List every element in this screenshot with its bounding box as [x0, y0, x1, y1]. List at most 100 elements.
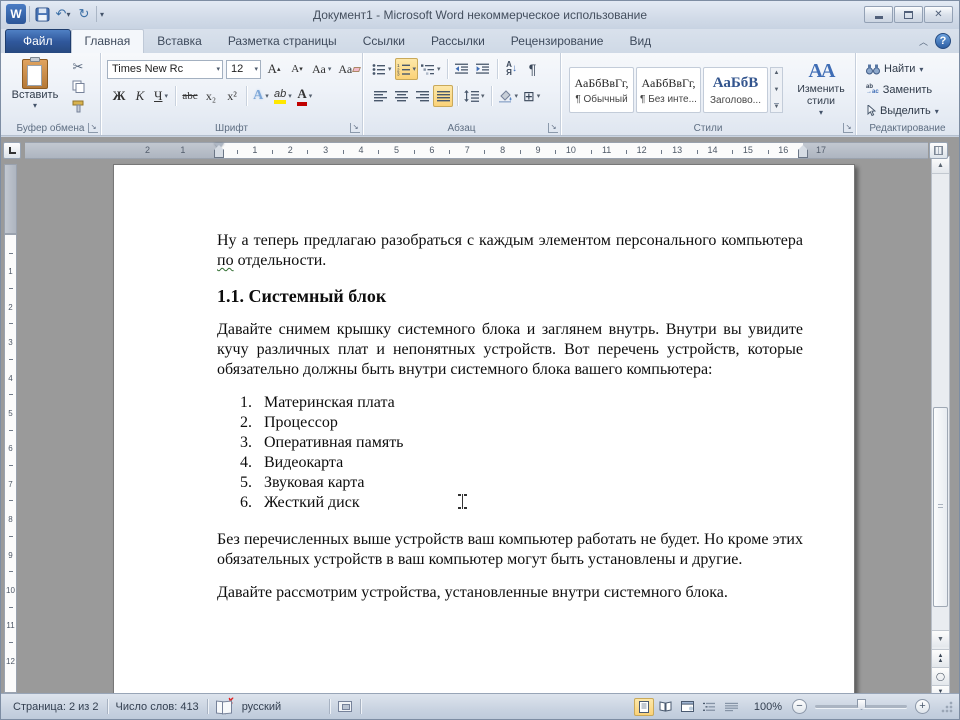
list-item[interactable]: 1. Материнская плата: [217, 393, 803, 413]
font-size-combobox[interactable]: 12 ▾: [226, 59, 261, 79]
draft-view-button[interactable]: [722, 698, 742, 716]
paragraph-dialog-launcher[interactable]: ↘: [548, 123, 558, 133]
zoom-in-button[interactable]: +: [915, 699, 930, 714]
style-card[interactable]: АаБбВ Заголово...: [703, 67, 768, 113]
font-name-combobox[interactable]: Times New Rc ▾: [107, 59, 223, 79]
ribbon-tab[interactable]: Разметка страницы: [215, 30, 350, 53]
document-content[interactable]: Ну а теперь предлагаю разобраться с кажд…: [217, 231, 803, 616]
justify-button[interactable]: [433, 85, 453, 107]
right-indent-marker[interactable]: [798, 145, 808, 158]
align-left-button[interactable]: [370, 85, 390, 107]
italic-button[interactable]: К: [130, 85, 150, 107]
page-indicator[interactable]: Страница: 2 из 2: [5, 694, 107, 719]
list-item[interactable]: 4. Видеокарта: [217, 453, 803, 473]
minimize-ribbon-icon[interactable]: ︿: [919, 35, 928, 48]
list-item[interactable]: 5. Звуковая карта: [217, 473, 803, 493]
zoom-out-button[interactable]: −: [792, 699, 807, 714]
scrollbar-thumb[interactable]: [933, 407, 948, 607]
select-button[interactable]: Выделить ▾: [866, 101, 939, 121]
zoom-slider[interactable]: [815, 699, 907, 710]
language-indicator[interactable]: русский: [240, 694, 289, 719]
help-button[interactable]: ?: [935, 33, 951, 49]
highlight-color-button[interactable]: ab ▾: [272, 85, 294, 107]
increase-indent-button[interactable]: [473, 58, 493, 80]
show-paragraph-marks-button[interactable]: ¶: [523, 58, 543, 80]
vertical-scrollbar[interactable]: ▲ ▼ ▲▲ ◯ ▼▼: [931, 156, 950, 693]
resize-grip[interactable]: [940, 700, 953, 713]
superscript-button[interactable]: x²: [222, 85, 242, 107]
scroll-up-icon[interactable]: ▲: [774, 70, 780, 76]
cut-button[interactable]: ✂: [67, 57, 89, 76]
bullets-button[interactable]: ▾: [370, 58, 394, 80]
scroll-down-button[interactable]: ▼: [932, 630, 949, 647]
text-effects-button[interactable]: А ▾: [251, 85, 271, 107]
ribbon-tab[interactable]: Вид: [616, 30, 664, 53]
macro-record-button[interactable]: [330, 694, 360, 719]
document-page[interactable]: Ну а теперь предлагаю разобраться с кажд…: [113, 164, 855, 693]
next-page-button[interactable]: ▼▼: [932, 685, 949, 693]
spellcheck-status[interactable]: ✗: [208, 694, 240, 719]
word-count[interactable]: Число слов: 413: [108, 694, 207, 719]
line-spacing-button[interactable]: ▾: [462, 85, 487, 107]
font-dialog-launcher[interactable]: ↘: [350, 123, 360, 133]
paste-button[interactable]: Вставить ▾: [9, 57, 61, 117]
zoom-level[interactable]: 100%: [744, 701, 790, 713]
styles-dialog-launcher[interactable]: ↘: [843, 123, 853, 133]
bold-button[interactable]: Ж: [109, 85, 129, 107]
ribbon-tab[interactable]: Главная: [70, 29, 145, 54]
tab-selector-button[interactable]: [3, 142, 21, 159]
find-button[interactable]: Найти ▾: [866, 59, 939, 79]
ribbon-tab[interactable]: Рассылки: [418, 30, 498, 53]
strikethrough-button[interactable]: abc: [180, 85, 200, 107]
maximize-button[interactable]: [894, 6, 923, 23]
style-card[interactable]: АаБбВвГг, ¶ Обычный: [569, 67, 634, 113]
decrease-indent-button[interactable]: [452, 58, 472, 80]
grow-font-button[interactable]: А ▴: [264, 58, 284, 80]
change-case-button[interactable]: Аа ▾: [310, 58, 333, 80]
underline-button[interactable]: Ч ▾: [151, 85, 171, 107]
replace-button[interactable]: ab →ac Заменить: [866, 80, 939, 100]
format-painter-button[interactable]: [67, 97, 89, 116]
fullscreen-reading-view-button[interactable]: [656, 698, 676, 716]
paragraph[interactable]: Давайте рассмотрим устройства, установле…: [217, 583, 803, 603]
subscript-button[interactable]: x₂: [201, 85, 221, 107]
close-button[interactable]: ✕: [924, 6, 953, 23]
ribbon-tab[interactable]: Ссылки: [350, 30, 418, 53]
zoom-slider-thumb[interactable]: [857, 699, 866, 710]
list-item[interactable]: 6. Жесткий диск: [217, 493, 803, 513]
numbering-button[interactable]: 1 2 3 ▾: [394, 58, 419, 80]
clipboard-dialog-launcher[interactable]: ↘: [88, 123, 98, 133]
ruler-toggle-button[interactable]: [929, 142, 948, 159]
numbered-list[interactable]: 1. Материнская плата 2. Процессор 3. Опе…: [217, 393, 803, 513]
multilevel-list-button[interactable]: ▾: [419, 58, 443, 80]
gallery-expand-icon[interactable]: ▼: [773, 103, 780, 110]
select-browse-object-button[interactable]: ◯: [932, 667, 949, 685]
previous-page-button[interactable]: ▲ ▲: [932, 649, 949, 667]
vertical-ruler[interactable]: 1 2 3 4 5 6 7 8 9 10 11 12: [4, 164, 17, 693]
font-color-button[interactable]: А ▾: [295, 85, 315, 107]
change-styles-button[interactable]: АА Изменить стили ▾: [791, 59, 851, 121]
horizontal-ruler[interactable]: 21 1 2 3 4 5 6 7 8 9 10 11 12 13 14 15 16 17: [25, 142, 928, 159]
ribbon-tab[interactable]: Рецензирование: [498, 30, 617, 53]
ribbon-tab[interactable]: Вставка: [144, 30, 215, 53]
copy-button[interactable]: [67, 77, 89, 96]
ribbon-tab[interactable]: Файл: [5, 29, 71, 53]
web-layout-view-button[interactable]: [678, 698, 698, 716]
borders-button[interactable]: ⊞ ▾: [521, 85, 542, 107]
scroll-up-button[interactable]: ▲: [932, 157, 949, 174]
paragraph[interactable]: Без перечисленных выше устройств ваш ком…: [217, 530, 803, 570]
style-card[interactable]: АаБбВвГг, ¶ Без инте...: [636, 67, 701, 113]
align-center-button[interactable]: [391, 85, 411, 107]
align-right-button[interactable]: [412, 85, 432, 107]
sort-button[interactable]: А Я ↓: [502, 58, 522, 80]
paragraph[interactable]: Давайте снимем крышку системного блока и…: [217, 320, 803, 380]
list-item[interactable]: 2. Процессор: [217, 413, 803, 433]
scroll-down-icon[interactable]: ▼: [774, 87, 780, 93]
left-indent-marker[interactable]: [214, 145, 224, 158]
minimize-button[interactable]: [864, 6, 893, 23]
shading-button[interactable]: ▾: [496, 85, 521, 107]
list-item[interactable]: 3. Оперативная память: [217, 433, 803, 453]
clear-formatting-button[interactable]: Аа: [336, 58, 362, 80]
section-heading[interactable]: 1.1. Системный блок: [217, 286, 803, 306]
shrink-font-button[interactable]: А ▾: [287, 58, 307, 80]
